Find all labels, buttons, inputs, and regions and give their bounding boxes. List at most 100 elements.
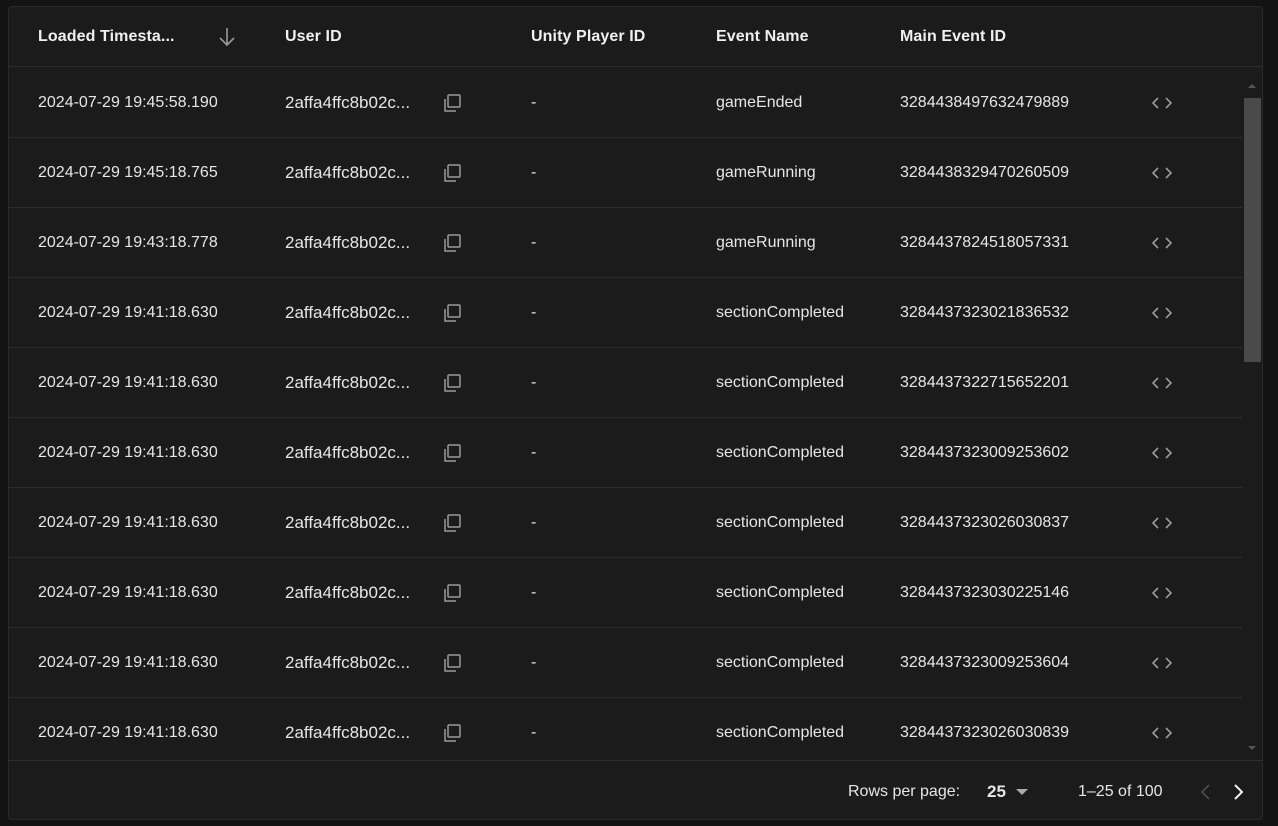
code-icon[interactable] <box>1150 418 1174 488</box>
column-label: User ID <box>285 28 342 45</box>
copy-icon[interactable] <box>442 488 462 558</box>
cell-loaded-timestamp: 2024-07-29 19:41:18.630 <box>38 374 218 391</box>
cell-main-event-id: 3284437323021836532 <box>900 304 1070 321</box>
cell-user-id: 2affa4ffc8b02c... <box>285 583 411 602</box>
column-header-loaded-timestamp[interactable]: Loaded Timesta... <box>38 7 175 67</box>
cell-event-name: sectionCompleted <box>716 304 845 321</box>
rows-per-page-label: Rows per page: <box>848 782 961 800</box>
cell-unity-player-id: - <box>531 94 537 111</box>
caret-down-icon <box>1015 788 1028 795</box>
code-icon[interactable] <box>1150 208 1174 278</box>
cell-unity-player-id: - <box>531 514 537 531</box>
column-header-event-name[interactable]: Event Name <box>716 7 809 67</box>
cell-main-event-id: 3284437824518057331 <box>900 234 1070 251</box>
cell-event-name: sectionCompleted <box>716 514 845 531</box>
cell-loaded-timestamp: 2024-07-29 19:41:18.630 <box>38 654 218 671</box>
cell-main-event-id: 3284437323026030839 <box>900 724 1070 741</box>
cell-user-id: 2affa4ffc8b02c... <box>285 233 411 252</box>
cell-user-id: 2affa4ffc8b02c... <box>285 303 411 322</box>
cell-event-name: gameEnded <box>716 94 803 111</box>
column-header-user-id[interactable]: User ID <box>285 7 342 67</box>
table-row[interactable]: 2024-07-29 19:45:58.190 2affa4ffc8b02c...… <box>9 68 1242 138</box>
cell-loaded-timestamp: 2024-07-29 19:43:18.778 <box>38 234 218 251</box>
cell-main-event-id: 3284437323009253604 <box>900 654 1070 671</box>
cell-main-event-id: 3284438497632479889 <box>900 94 1070 111</box>
cell-event-name: sectionCompleted <box>716 374 845 391</box>
cell-unity-player-id: - <box>531 444 537 461</box>
table-row[interactable]: 2024-07-29 19:41:18.630 2affa4ffc8b02c...… <box>9 418 1242 488</box>
table-row[interactable]: 2024-07-29 19:41:18.630 2affa4ffc8b02c...… <box>9 698 1242 760</box>
column-label: Loaded Timesta... <box>38 28 175 45</box>
copy-icon[interactable] <box>442 138 462 208</box>
cell-main-event-id: 3284438329470260509 <box>900 164 1070 181</box>
code-icon[interactable] <box>1150 348 1174 418</box>
cell-event-name: gameRunning <box>716 234 816 251</box>
column-label: Event Name <box>716 28 809 45</box>
cell-event-name: sectionCompleted <box>716 654 845 671</box>
scrollbar-thumb[interactable] <box>1244 98 1261 362</box>
arrow-down-icon[interactable] <box>217 25 237 49</box>
cell-event-name: sectionCompleted <box>716 444 845 461</box>
table-row[interactable]: 2024-07-29 19:41:18.630 2affa4ffc8b02c...… <box>9 348 1242 418</box>
table-row[interactable]: 2024-07-29 19:43:18.778 2affa4ffc8b02c...… <box>9 208 1242 278</box>
code-icon[interactable] <box>1150 138 1174 208</box>
table-row[interactable]: 2024-07-29 19:45:18.765 2affa4ffc8b02c...… <box>9 138 1242 208</box>
copy-icon[interactable] <box>442 558 462 628</box>
table-body: 2024-07-29 19:45:58.190 2affa4ffc8b02c...… <box>9 68 1262 760</box>
code-icon[interactable] <box>1150 488 1174 558</box>
cell-event-name: sectionCompleted <box>716 584 845 601</box>
copy-icon[interactable] <box>442 348 462 418</box>
code-icon[interactable] <box>1150 558 1174 628</box>
cell-user-id: 2affa4ffc8b02c... <box>285 163 411 182</box>
cell-loaded-timestamp: 2024-07-29 19:41:18.630 <box>38 514 218 531</box>
chevron-right-icon[interactable] <box>1231 761 1245 819</box>
pagination-range: 1–25 of 100 <box>1078 782 1163 800</box>
column-header-unity-player-id[interactable]: Unity Player ID <box>531 7 645 67</box>
cell-loaded-timestamp: 2024-07-29 19:41:18.630 <box>38 304 218 321</box>
table-header: Loaded Timesta... User ID Unity Player I… <box>9 7 1262 67</box>
rows-per-page-select[interactable]: 25 <box>987 761 1028 819</box>
events-table-panel: Loaded Timesta... User ID Unity Player I… <box>8 6 1263 820</box>
table-row[interactable]: 2024-07-29 19:41:18.630 2affa4ffc8b02c...… <box>9 558 1242 628</box>
code-icon[interactable] <box>1150 68 1174 138</box>
table-row[interactable]: 2024-07-29 19:41:18.630 2affa4ffc8b02c...… <box>9 278 1242 348</box>
rows-per-page-value: 25 <box>987 781 1006 801</box>
code-icon[interactable] <box>1150 698 1174 760</box>
scroll-down-arrow-icon[interactable] <box>1248 746 1256 750</box>
column-label: Main Event ID <box>900 28 1007 45</box>
scroll-up-arrow-icon[interactable] <box>1248 84 1256 88</box>
copy-icon[interactable] <box>442 68 462 138</box>
cell-loaded-timestamp: 2024-07-29 19:45:58.190 <box>38 94 218 111</box>
copy-icon[interactable] <box>442 418 462 488</box>
cell-loaded-timestamp: 2024-07-29 19:41:18.630 <box>38 724 218 741</box>
cell-loaded-timestamp: 2024-07-29 19:41:18.630 <box>38 584 218 601</box>
code-icon[interactable] <box>1150 278 1174 348</box>
cell-unity-player-id: - <box>531 234 537 251</box>
cell-loaded-timestamp: 2024-07-29 19:45:18.765 <box>38 164 218 181</box>
cell-main-event-id: 3284437323026030837 <box>900 514 1070 531</box>
cell-main-event-id: 3284437323030225146 <box>900 584 1070 601</box>
cell-unity-player-id: - <box>531 654 537 671</box>
cell-event-name: sectionCompleted <box>716 724 845 741</box>
cell-user-id: 2affa4ffc8b02c... <box>285 93 411 112</box>
cell-unity-player-id: - <box>531 164 537 181</box>
table-row[interactable]: 2024-07-29 19:41:18.630 2affa4ffc8b02c...… <box>9 488 1242 558</box>
column-header-main-event-id[interactable]: Main Event ID <box>900 7 1006 67</box>
pagination-footer: Rows per page: 25 1–25 of 100 <box>9 760 1262 819</box>
cell-user-id: 2affa4ffc8b02c... <box>285 723 411 742</box>
cell-unity-player-id: - <box>531 304 537 321</box>
chevron-left-icon[interactable] <box>1199 761 1213 819</box>
cell-main-event-id: 3284437322715652201 <box>900 374 1070 391</box>
cell-unity-player-id: - <box>531 724 537 741</box>
copy-icon[interactable] <box>442 278 462 348</box>
code-icon[interactable] <box>1150 628 1174 698</box>
cell-unity-player-id: - <box>531 374 537 391</box>
column-label: Unity Player ID <box>531 28 646 45</box>
vertical-scrollbar[interactable] <box>1242 68 1262 760</box>
copy-icon[interactable] <box>442 698 462 760</box>
cell-loaded-timestamp: 2024-07-29 19:41:18.630 <box>38 444 218 461</box>
copy-icon[interactable] <box>442 628 462 698</box>
cell-event-name: gameRunning <box>716 164 816 181</box>
copy-icon[interactable] <box>442 208 462 278</box>
table-row[interactable]: 2024-07-29 19:41:18.630 2affa4ffc8b02c...… <box>9 628 1242 698</box>
